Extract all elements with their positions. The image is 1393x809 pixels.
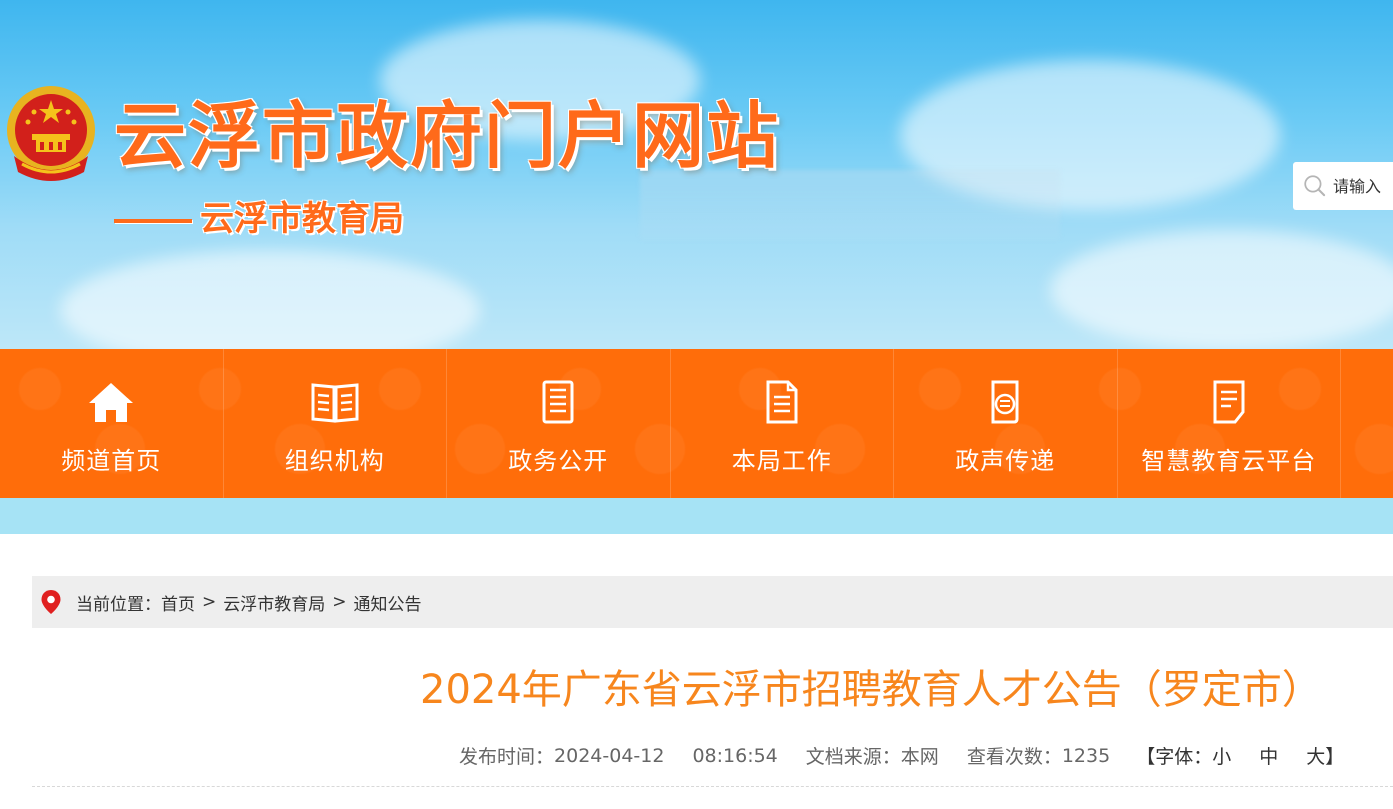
font-size-bracket: 】 — [1325, 746, 1345, 768]
nav-item-label: 频道首页 — [61, 447, 162, 475]
views-count: 1235 — [1061, 744, 1111, 767]
breadcrumb-separator: > — [202, 592, 217, 612]
breadcrumb-link-notices[interactable]: 通知公告 — [354, 590, 422, 615]
nav-item-home[interactable]: 频道首页 — [0, 349, 224, 498]
book-icon — [311, 383, 359, 423]
search-icon[interactable] — [1301, 166, 1329, 206]
location-pin-icon — [41, 590, 61, 614]
clipboard-icon — [1213, 380, 1245, 424]
home-icon — [89, 383, 134, 422]
article-meta: 发布时间： 2024-04-12 08:16:54 文档来源： 本网 查看次数：… — [459, 742, 1344, 769]
nav-item-label: 组织机构 — [284, 447, 385, 475]
document-icon — [542, 380, 574, 424]
header-banner: 云浮市政府门户网站 云浮市教育局 — [0, 0, 1393, 349]
city-skyline-decoration — [640, 170, 1060, 240]
meta-divider — [32, 786, 1393, 787]
article-title: 2024年广东省云浮市招聘教育人才公告（罗定市） — [420, 667, 1322, 713]
font-size-small-button[interactable]: 小 — [1212, 742, 1231, 769]
search-input[interactable] — [1333, 176, 1393, 196]
cloud-decoration — [60, 250, 480, 349]
nav-item-label: 政声传递 — [955, 447, 1056, 475]
publish-date: 2024-04-12 — [554, 744, 665, 767]
publish-label: 发布时间： — [459, 746, 555, 768]
nav-item-label: 本局工作 — [731, 447, 832, 475]
nav-item-electronic[interactable]: 电子 — [1341, 349, 1393, 498]
source-value: 本网 — [900, 746, 939, 768]
views-label: 查看次数： — [966, 746, 1062, 768]
nav-item-gov-affairs[interactable]: 政务公开 — [447, 349, 671, 498]
publish-time: 08:16:54 — [692, 744, 778, 767]
search-box[interactable] — [1293, 162, 1393, 210]
breadcrumb-link-bureau[interactable]: 云浮市教育局 — [223, 590, 325, 615]
nav-item-label: 政务公开 — [508, 447, 609, 475]
decorative-strip — [0, 498, 1393, 534]
font-size-large-button[interactable]: 大 — [1306, 742, 1325, 769]
site-title: 云浮市政府门户网站 — [114, 94, 781, 178]
nav-item-label: 智慧教育云平台 — [1141, 447, 1317, 475]
breadcrumb-prefix: 当前位置： — [76, 594, 161, 615]
font-size-label: 【字体： — [1136, 746, 1213, 768]
main-nav: 频道首页 组织机构 政务公开 本局工作 政声传递 智慧教育云平台 — [0, 349, 1393, 498]
national-emblem-icon — [7, 86, 95, 181]
breadcrumb-separator: > — [332, 592, 347, 612]
cloud-decoration — [1050, 230, 1393, 349]
department-title: 云浮市教育局 — [200, 199, 404, 239]
breadcrumb: 当前位置： 首页 > 云浮市教育局 > 通知公告 — [32, 576, 1393, 628]
file-list-icon — [766, 380, 798, 424]
font-size-medium-button[interactable]: 中 — [1259, 742, 1278, 769]
sub-title-dash — [114, 219, 192, 223]
nav-item-policy-voice[interactable]: 政声传递 — [894, 349, 1118, 498]
file-text-icon — [991, 380, 1019, 424]
nav-item-smart-edu-cloud[interactable]: 智慧教育云平台 — [1118, 349, 1341, 498]
breadcrumb-link-home[interactable]: 首页 — [161, 590, 195, 615]
nav-item-bureau-work[interactable]: 本局工作 — [671, 349, 894, 498]
source-label: 文档来源： — [805, 746, 901, 768]
nav-item-organization[interactable]: 组织机构 — [224, 349, 447, 498]
